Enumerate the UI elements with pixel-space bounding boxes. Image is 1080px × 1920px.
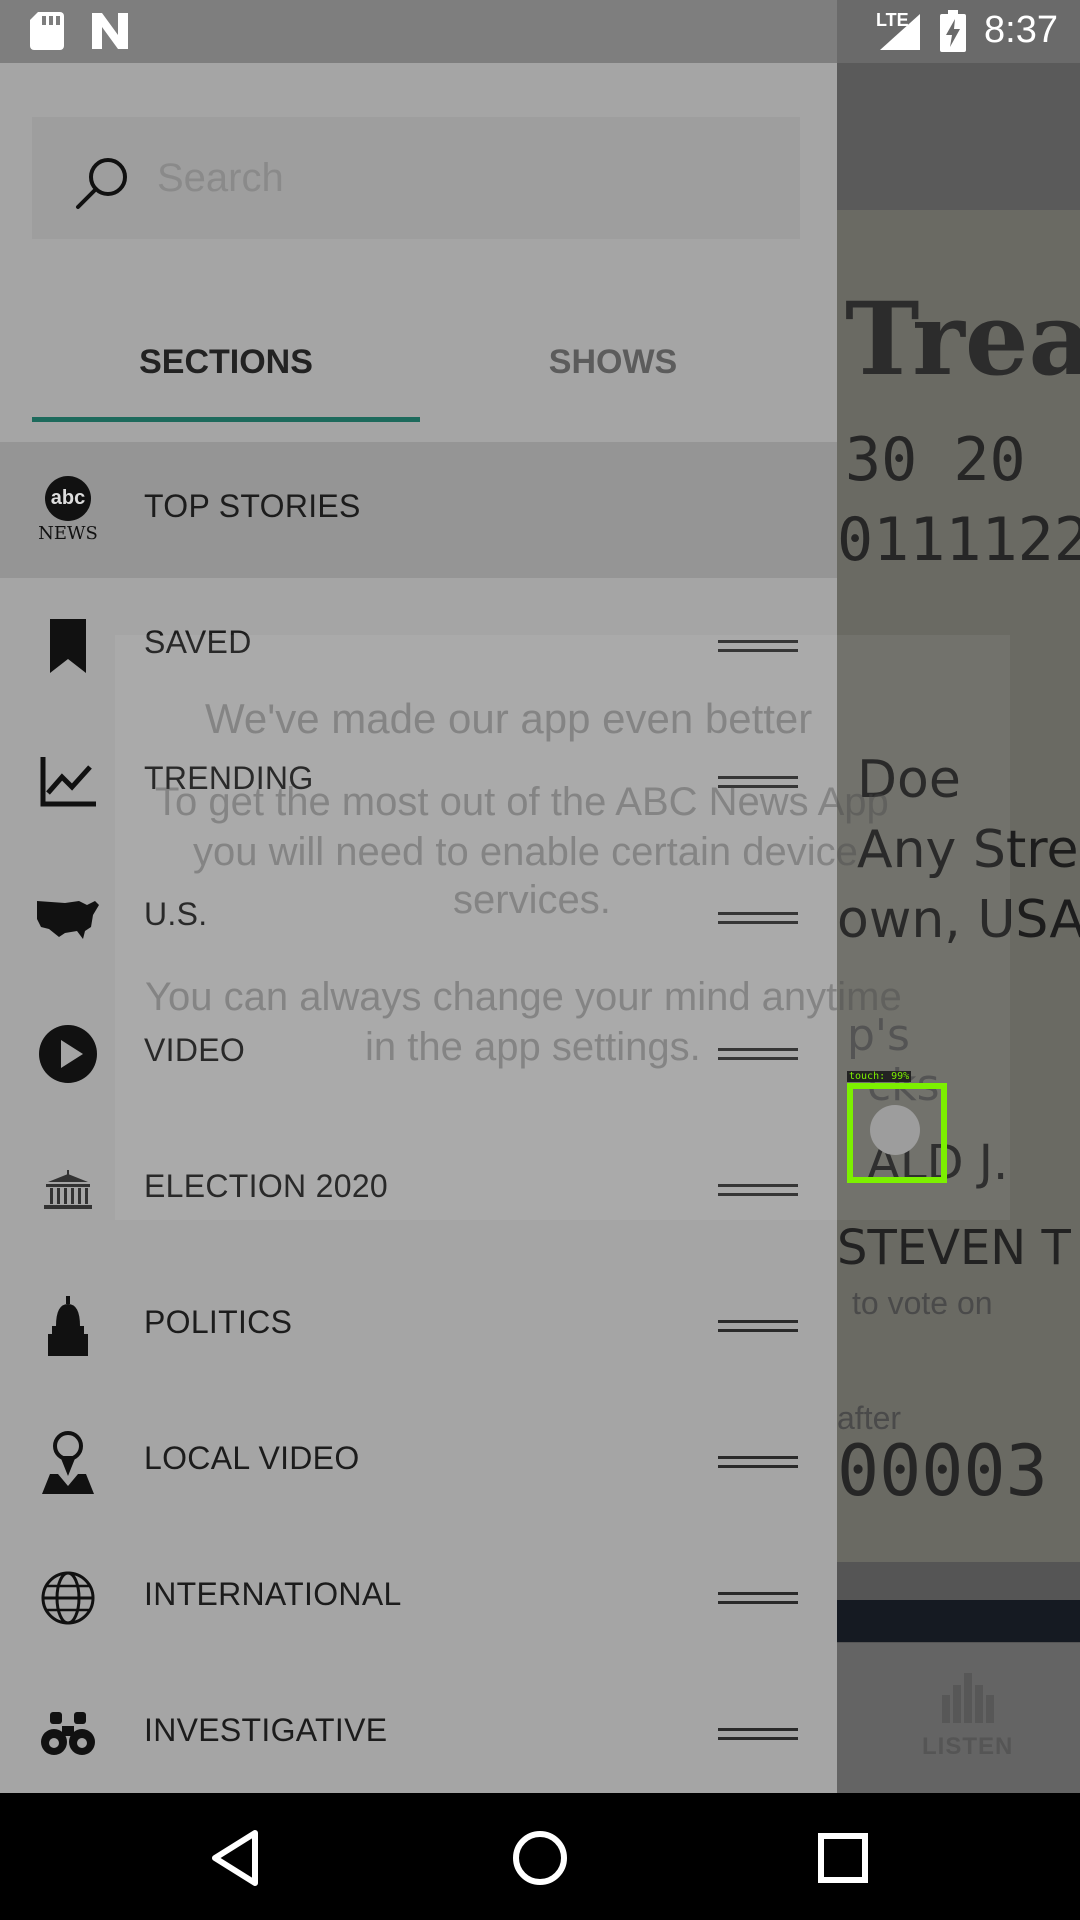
tab-selected-indicator bbox=[32, 417, 420, 422]
abc-logo-circle: abc bbox=[45, 476, 91, 521]
capitol-icon bbox=[34, 1292, 102, 1360]
tab-sections[interactable]: SECTIONS bbox=[32, 333, 420, 423]
abc-news-logo-icon: abc NEWS bbox=[34, 476, 102, 544]
menu-item-label: ELECTION 2020 bbox=[144, 1168, 389, 1204]
listen-icon[interactable] bbox=[942, 1673, 996, 1723]
menu-item-label: POLITICS bbox=[144, 1304, 293, 1340]
recents-icon[interactable] bbox=[808, 1823, 878, 1893]
n-icon bbox=[92, 13, 128, 49]
sidebar-item-local-video[interactable]: LOCAL VIDEO bbox=[0, 1394, 837, 1530]
drag-handle-icon[interactable] bbox=[718, 1046, 798, 1062]
check-serial: 00003 bbox=[837, 1430, 1048, 1512]
check-masthead: Trea bbox=[845, 280, 1080, 398]
play-circle-icon bbox=[34, 1020, 102, 1088]
drag-handle-icon[interactable] bbox=[718, 1454, 798, 1470]
sd-card-icon bbox=[30, 12, 64, 50]
background-banner bbox=[837, 1600, 1080, 1642]
article-text-vote: to vote on bbox=[852, 1285, 993, 1321]
drawer-tabs: SECTIONS SHOWS bbox=[0, 333, 837, 423]
check-name: Doe bbox=[857, 750, 961, 810]
background-bottom-nav: LISTEN bbox=[837, 1643, 1080, 1793]
drag-handle-icon[interactable] bbox=[718, 1182, 798, 1198]
check-town: own, USA bbox=[837, 890, 1080, 950]
drag-handle-icon[interactable] bbox=[718, 1318, 798, 1334]
sidebar-item-saved[interactable]: SAVED bbox=[0, 578, 837, 714]
touch-indicator-label: touch: 99% bbox=[847, 1071, 912, 1082]
sidebar-item-trending[interactable]: TRENDING bbox=[0, 714, 837, 850]
search-icon[interactable] bbox=[72, 153, 132, 213]
signal-icon bbox=[880, 14, 920, 50]
home-icon[interactable] bbox=[505, 1823, 575, 1893]
sections-list: abc NEWS TOP STORIES SAVED TRENDING U.S.… bbox=[0, 442, 837, 1793]
listen-tab-label[interactable]: LISTEN bbox=[922, 1733, 1013, 1761]
search-bar[interactable] bbox=[32, 117, 800, 239]
check-street: Any Stre bbox=[857, 820, 1079, 880]
background-toolbar bbox=[837, 63, 1080, 210]
sidebar-item-top-stories[interactable]: abc NEWS TOP STORIES bbox=[0, 442, 837, 578]
bookmark-icon bbox=[34, 612, 102, 680]
menu-item-label: INTERNATIONAL bbox=[144, 1576, 402, 1612]
sidebar-item-us[interactable]: U.S. bbox=[0, 850, 837, 986]
globe-icon bbox=[34, 1564, 102, 1632]
news-logo-text: NEWS bbox=[38, 523, 98, 544]
menu-item-label: TOP STORIES bbox=[144, 488, 361, 524]
menu-item-label: U.S. bbox=[144, 896, 208, 932]
drag-handle-icon[interactable] bbox=[718, 774, 798, 790]
search-input[interactable] bbox=[155, 145, 779, 211]
tab-shows[interactable]: SHOWS bbox=[420, 333, 806, 423]
drag-handle-icon[interactable] bbox=[718, 638, 798, 654]
sidebar-item-election-2020[interactable]: ELECTION 2020 bbox=[0, 1122, 837, 1258]
background-article-image: Trea 30 20 011112222 Doe Any Stre own, U… bbox=[837, 210, 1080, 1562]
check-numbers: 30 20 bbox=[845, 425, 1026, 495]
touch-indicator-box bbox=[847, 1083, 947, 1183]
menu-item-label: VIDEO bbox=[144, 1032, 246, 1068]
menu-item-label: TRENDING bbox=[144, 760, 314, 796]
trending-chart-icon bbox=[34, 748, 102, 816]
drag-handle-icon[interactable] bbox=[718, 1726, 798, 1742]
menu-item-label: SAVED bbox=[144, 624, 252, 660]
check-caption-1: p's bbox=[847, 1010, 910, 1061]
check-signer-2: STEVEN T bbox=[837, 1220, 1071, 1276]
drag-handle-icon[interactable] bbox=[718, 1590, 798, 1606]
navigation-drawer: SECTIONS SHOWS abc NEWS TOP STORIES SAVE… bbox=[0, 63, 837, 1793]
menu-item-label: INVESTIGATIVE bbox=[144, 1712, 388, 1748]
clock: 8:37 bbox=[984, 9, 1058, 51]
menu-item-label: LOCAL VIDEO bbox=[144, 1440, 360, 1476]
background-app-content[interactable]: Trea 30 20 011112222 Doe Any Stre own, U… bbox=[837, 63, 1080, 1793]
sidebar-item-investigative[interactable]: INVESTIGATIVE bbox=[0, 1666, 837, 1793]
check-digits: 011112222 bbox=[837, 505, 1080, 575]
back-icon[interactable] bbox=[200, 1823, 270, 1893]
location-pin-icon bbox=[34, 1428, 102, 1496]
binoculars-icon bbox=[34, 1700, 102, 1768]
status-bar: LTE 8:37 bbox=[0, 0, 1080, 63]
white-house-icon bbox=[34, 1156, 102, 1224]
us-map-icon bbox=[34, 884, 102, 952]
system-navigation-bar bbox=[0, 1793, 1080, 1920]
sidebar-item-politics[interactable]: POLITICS bbox=[0, 1258, 837, 1394]
sidebar-item-international[interactable]: INTERNATIONAL bbox=[0, 1530, 837, 1666]
battery-charging-icon bbox=[940, 10, 966, 52]
drag-handle-icon[interactable] bbox=[718, 910, 798, 926]
sidebar-item-video[interactable]: VIDEO bbox=[0, 986, 837, 1122]
